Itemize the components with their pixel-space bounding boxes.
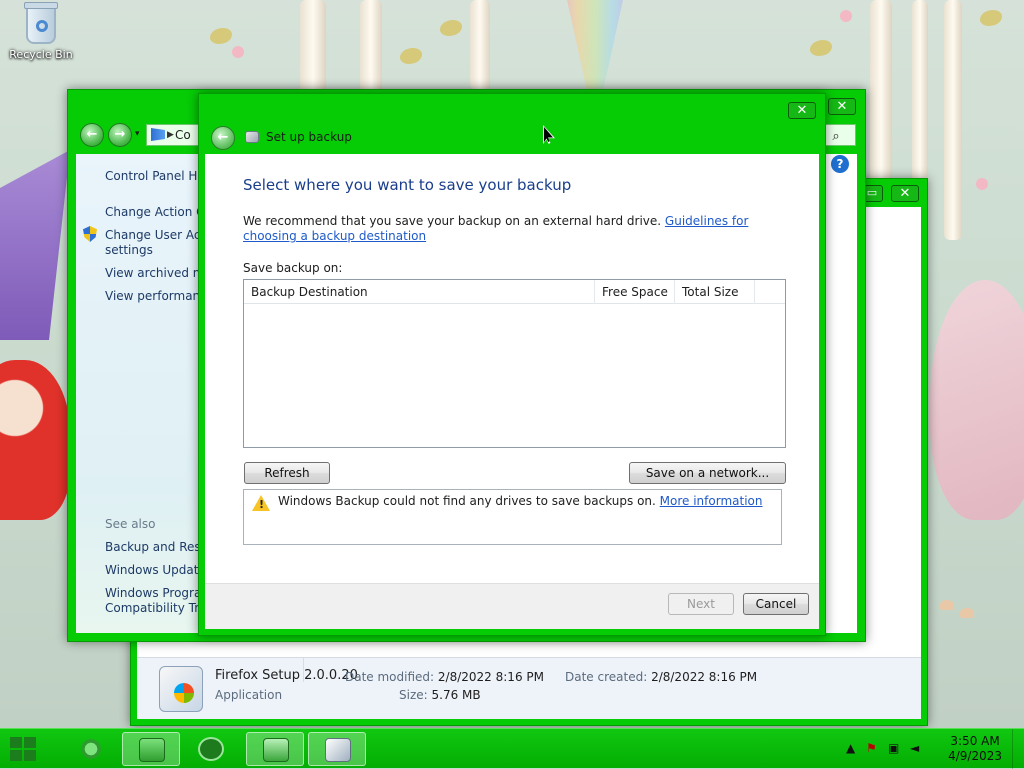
date-created: Date created: 2/8/2022 8:16 PM	[565, 670, 757, 684]
column-header-free-space[interactable]: Free Space	[595, 280, 675, 304]
wallpaper-leaf	[400, 48, 422, 64]
taskbar-item-windows-explorer[interactable]	[122, 732, 180, 766]
folder-icon	[139, 738, 165, 762]
backup-icon	[245, 131, 259, 143]
control-panel-icon	[263, 738, 289, 762]
cancel-button[interactable]: Cancel	[743, 593, 809, 615]
wallpaper-rainbow	[567, 0, 623, 95]
wallpaper-mushroom	[960, 608, 974, 618]
column-header-backup-destination[interactable]: Backup Destination	[244, 280, 595, 304]
setup-backup-window: ✕ ← Set up backup Select where you want …	[198, 93, 826, 636]
warning-icon	[252, 495, 270, 511]
wallpaper-leaf	[210, 28, 232, 44]
wallpaper-tree	[944, 0, 962, 240]
desktop-icon-recycle-bin[interactable]: Recycle Bin	[6, 2, 76, 61]
sidebar-link-uac-settings[interactable]: settings	[105, 243, 153, 257]
recommendation-sentence: We recommend that you save your backup o…	[243, 214, 665, 228]
save-backup-on-label: Save backup on:	[243, 261, 343, 275]
taskbar-item-internet-explorer[interactable]	[62, 732, 120, 766]
warning-text: Windows Backup could not find any drives…	[278, 494, 660, 508]
forward-button[interactable]: →	[108, 123, 132, 147]
refresh-button[interactable]: Refresh	[244, 462, 330, 484]
setup-file-icon	[159, 666, 203, 712]
save-on-network-button[interactable]: Save on a network...	[629, 462, 786, 484]
close-button[interactable]: ✕	[788, 102, 816, 119]
clock[interactable]: 3:50 AM 4/9/2023	[948, 734, 1002, 764]
wallpaper-leaf	[440, 20, 462, 36]
wallpaper-leaf	[980, 10, 1002, 26]
clock-time: 3:50 AM	[950, 734, 1000, 748]
wallpaper-tree	[470, 0, 490, 90]
wizard-page: Select where you want to save your backu…	[205, 154, 819, 629]
date-created-value: 2/8/2022 8:16 PM	[651, 670, 758, 684]
wallpaper-flower	[840, 10, 852, 22]
address-text: Co	[175, 128, 191, 142]
wallpaper-flower	[232, 46, 244, 58]
windows-logo-icon	[10, 737, 22, 748]
chevron-right-icon: ▶	[167, 130, 174, 140]
show-desktop-button[interactable]	[1012, 729, 1024, 769]
date-modified-value: 2/8/2022 8:16 PM	[437, 670, 544, 684]
volume-muted-icon[interactable]: ◄	[910, 741, 919, 755]
window-title: Set up backup	[266, 130, 352, 144]
backup-icon	[325, 738, 351, 762]
wallpaper-doll	[0, 360, 70, 520]
close-button[interactable]: ✕	[828, 98, 856, 115]
notification-area: ▲ ⚑ ▣ ◄ 3:50 AM 4/9/2023	[834, 729, 1024, 769]
date-modified: Date modified: 2/8/2022 8:16 PM	[345, 670, 544, 684]
back-button[interactable]: ←	[211, 126, 235, 150]
wallpaper-tree	[360, 0, 382, 95]
windows-logo-part	[10, 750, 22, 761]
recommendation-text: We recommend that you save your backup o…	[243, 214, 788, 244]
page-heading: Select where you want to save your backu…	[243, 176, 572, 194]
back-button[interactable]: ←	[80, 123, 104, 147]
wallpaper-pink-leaf	[930, 280, 1024, 520]
taskbar-item-media-player[interactable]	[182, 732, 240, 766]
taskbar-item-backup[interactable]	[308, 732, 366, 766]
list-header: Backup Destination Free Space Total Size	[244, 280, 785, 304]
wizard-footer: Next Cancel	[205, 583, 819, 629]
details-pane: Firefox Setup 2.0.0.20 Application Date …	[137, 657, 921, 719]
taskbar: ▲ ⚑ ▣ ◄ 3:50 AM 4/9/2023	[0, 728, 1024, 769]
close-button[interactable]: ✕	[891, 185, 919, 202]
recycle-bin-icon	[24, 2, 58, 44]
show-hidden-icons-icon[interactable]: ▲	[846, 741, 855, 755]
see-also-link-program-compat[interactable]: Windows Program	[105, 586, 213, 600]
windows-logo-part	[24, 737, 36, 748]
wallpaper-mushroom	[940, 600, 954, 610]
wallpaper-leaf	[810, 40, 832, 56]
warning-message: Windows Backup could not find any drives…	[278, 494, 762, 508]
file-name: Firefox Setup 2.0.0.20	[215, 668, 358, 683]
windows-logo-part	[24, 750, 36, 761]
desktop-icon-label: Recycle Bin	[9, 48, 73, 61]
next-button[interactable]: Next	[668, 593, 734, 615]
network-icon[interactable]: ▣	[888, 741, 899, 755]
clock-date: 4/9/2023	[948, 749, 1002, 763]
action-center-flag-icon	[151, 128, 165, 141]
play-icon	[198, 737, 224, 761]
taskbar-item-control-panel[interactable]	[246, 732, 304, 766]
date-modified-label: Date modified:	[345, 670, 435, 684]
see-also-link-windows-update[interactable]: Windows Update	[105, 563, 206, 577]
column-header-total-size[interactable]: Total Size	[675, 280, 755, 304]
date-created-label: Date created:	[565, 670, 648, 684]
ie-icon	[78, 737, 104, 761]
uac-shield-icon	[83, 226, 97, 242]
file-size: Size: 5.76 MB	[399, 688, 481, 702]
size-label: Size:	[399, 688, 428, 702]
start-button[interactable]	[8, 735, 38, 763]
search-icon[interactable]: ⌕	[825, 127, 847, 147]
wallpaper-shape	[0, 150, 70, 340]
see-also-heading: See also	[105, 517, 156, 531]
more-information-link[interactable]: More information	[660, 494, 763, 508]
warning-message-box: Windows Backup could not find any drives…	[243, 489, 782, 545]
size-value: 5.76 MB	[431, 688, 481, 702]
action-center-flag-icon[interactable]: ⚑	[866, 741, 877, 755]
backup-destination-list[interactable]: Backup Destination Free Space Total Size	[243, 279, 786, 448]
help-icon[interactable]: ?	[831, 155, 849, 173]
recent-pages-arrow-icon[interactable]: ▾	[135, 129, 140, 139]
file-type: Application	[215, 688, 283, 702]
wallpaper-flower	[976, 178, 988, 190]
